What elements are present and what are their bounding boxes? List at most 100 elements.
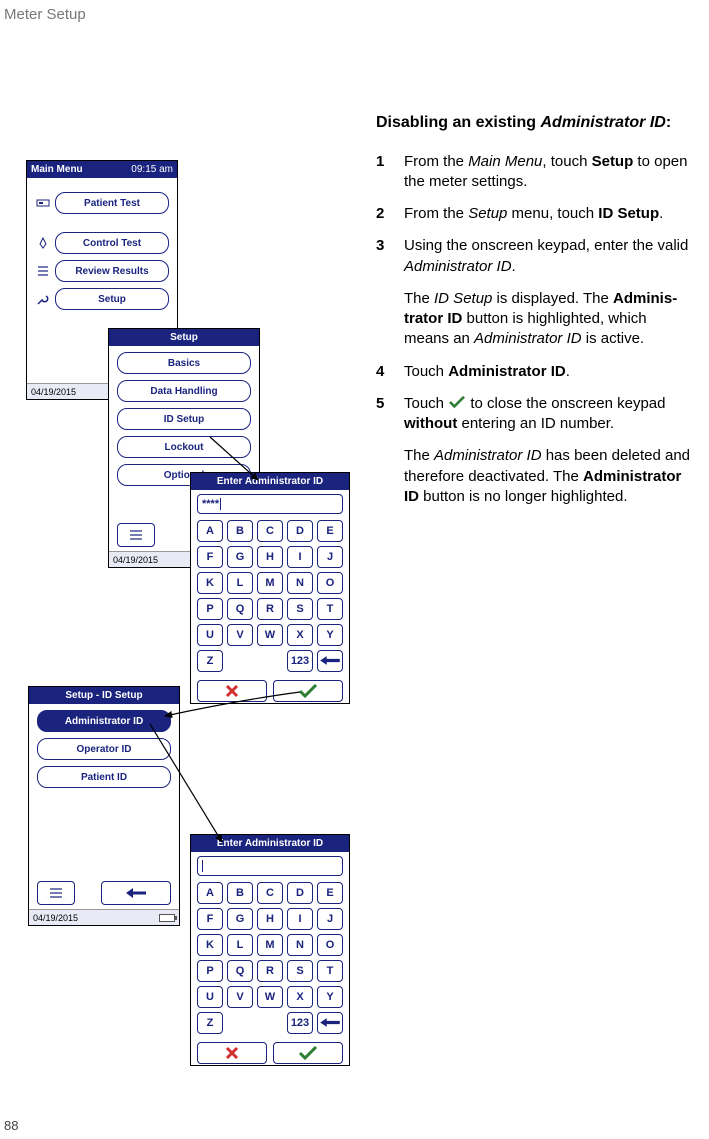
backspace-key[interactable] bbox=[317, 1012, 343, 1034]
control-icon bbox=[35, 235, 51, 251]
key-p[interactable]: P bbox=[197, 960, 223, 982]
numeric-toggle-key[interactable]: 123 bbox=[287, 650, 313, 672]
key-v[interactable]: V bbox=[227, 624, 253, 646]
footerbar-idsetup bbox=[29, 877, 179, 909]
key-x[interactable]: X bbox=[287, 624, 313, 646]
key-i[interactable]: I bbox=[287, 908, 313, 930]
key-n[interactable]: N bbox=[287, 572, 313, 594]
key-z[interactable]: Z bbox=[197, 650, 223, 672]
time-label: 09:15 am bbox=[131, 164, 173, 175]
key-l[interactable]: L bbox=[227, 572, 253, 594]
key-u[interactable]: U bbox=[197, 624, 223, 646]
device-keypad-2: Enter Administrator ID ABCDE FGHIJ KLMNO PQ… bbox=[190, 834, 350, 1066]
key-k[interactable]: K bbox=[197, 572, 223, 594]
key-b[interactable]: B bbox=[227, 520, 253, 542]
lockout-button[interactable]: Lockout bbox=[117, 436, 251, 458]
key-z[interactable]: Z bbox=[197, 1012, 223, 1034]
step-2: 2 From the Setup menu, touch ID Setup. bbox=[376, 204, 690, 224]
control-test-button[interactable]: Control Test bbox=[55, 232, 169, 254]
key-m[interactable]: M bbox=[257, 572, 283, 594]
key-w[interactable]: W bbox=[257, 624, 283, 646]
numeric-toggle-key[interactable]: 123 bbox=[287, 1012, 313, 1034]
key-c[interactable]: C bbox=[257, 882, 283, 904]
key-b[interactable]: B bbox=[227, 882, 253, 904]
date-label: 04/19/2015 bbox=[33, 913, 78, 923]
key-l[interactable]: L bbox=[227, 934, 253, 956]
key-c[interactable]: C bbox=[257, 520, 283, 542]
device-id-setup: Setup - ID Setup Administrator ID Operat… bbox=[28, 686, 180, 926]
title-label: Setup bbox=[170, 332, 198, 343]
key-r[interactable]: R bbox=[257, 598, 283, 620]
backspace-key[interactable] bbox=[317, 650, 343, 672]
key-j[interactable]: J bbox=[317, 546, 343, 568]
key-v[interactable]: V bbox=[227, 986, 253, 1008]
review-results-button[interactable]: Review Results bbox=[55, 260, 169, 282]
key-p[interactable]: P bbox=[197, 598, 223, 620]
key-q[interactable]: Q bbox=[227, 960, 253, 982]
key-e[interactable]: E bbox=[317, 882, 343, 904]
key-e[interactable]: E bbox=[317, 520, 343, 542]
key-i[interactable]: I bbox=[287, 546, 313, 568]
back-button[interactable] bbox=[101, 881, 171, 905]
basics-button[interactable]: Basics bbox=[117, 352, 251, 374]
key-r[interactable]: R bbox=[257, 960, 283, 982]
list-button[interactable] bbox=[117, 523, 155, 547]
key-f[interactable]: F bbox=[197, 546, 223, 568]
key-m[interactable]: M bbox=[257, 934, 283, 956]
key-g[interactable]: G bbox=[227, 546, 253, 568]
confirm-button[interactable] bbox=[273, 680, 343, 702]
titlebar-main: Main Menu 09:15 am bbox=[27, 161, 177, 178]
row-patient-test: Patient Test bbox=[35, 192, 169, 214]
key-x[interactable]: X bbox=[287, 986, 313, 1008]
patient-icon bbox=[35, 195, 51, 211]
titlebar-keypad2: Enter Administrator ID bbox=[191, 835, 349, 852]
key-d[interactable]: D bbox=[287, 882, 313, 904]
key-u[interactable]: U bbox=[197, 986, 223, 1008]
page-number: 88 bbox=[4, 1118, 18, 1133]
key-y[interactable]: Y bbox=[317, 624, 343, 646]
step-3: 3 Using the onscreen keypad, enter the v… bbox=[376, 236, 690, 277]
cancel-button[interactable] bbox=[197, 680, 267, 702]
patient-id-button[interactable]: Patient ID bbox=[37, 766, 171, 788]
key-y[interactable]: Y bbox=[317, 986, 343, 1008]
key-j[interactable]: J bbox=[317, 908, 343, 930]
key-h[interactable]: H bbox=[257, 908, 283, 930]
key-a[interactable]: A bbox=[197, 520, 223, 542]
section-title: Disabling an existing Administrator ID: bbox=[376, 112, 690, 134]
key-h[interactable]: H bbox=[257, 546, 283, 568]
key-n[interactable]: N bbox=[287, 934, 313, 956]
date-label: 04/19/2015 bbox=[31, 387, 76, 397]
patient-test-button[interactable]: Patient Test bbox=[55, 192, 169, 214]
key-q[interactable]: Q bbox=[227, 598, 253, 620]
cancel-button[interactable] bbox=[197, 1042, 267, 1064]
key-w[interactable]: W bbox=[257, 986, 283, 1008]
key-t[interactable]: T bbox=[317, 598, 343, 620]
key-t[interactable]: T bbox=[317, 960, 343, 982]
key-d[interactable]: D bbox=[287, 520, 313, 542]
check-icon bbox=[448, 395, 466, 409]
key-g[interactable]: G bbox=[227, 908, 253, 930]
id-setup-button[interactable]: ID Setup bbox=[117, 408, 251, 430]
review-icon bbox=[35, 263, 51, 279]
page-header: Meter Setup bbox=[4, 6, 86, 23]
key-o[interactable]: O bbox=[317, 572, 343, 594]
key-o[interactable]: O bbox=[317, 934, 343, 956]
key-a[interactable]: A bbox=[197, 882, 223, 904]
cursor-icon bbox=[220, 498, 221, 510]
data-handling-button[interactable]: Data Handling bbox=[117, 380, 251, 402]
key-k[interactable]: K bbox=[197, 934, 223, 956]
list-button[interactable] bbox=[37, 881, 75, 905]
cursor-icon bbox=[202, 860, 203, 872]
row-control-test: Control Test bbox=[35, 232, 169, 254]
statusbar-idsetup: 04/19/2015 bbox=[29, 909, 179, 925]
operator-id-button[interactable]: Operator ID bbox=[37, 738, 171, 760]
battery-icon bbox=[159, 914, 175, 922]
key-s[interactable]: S bbox=[287, 598, 313, 620]
title-label: Enter Administrator ID bbox=[217, 476, 323, 487]
keypad-grid: ABCDE FGHIJ KLMNO PQRST UVWXY Z 123 bbox=[191, 880, 349, 1038]
setup-button[interactable]: Setup bbox=[55, 288, 169, 310]
key-s[interactable]: S bbox=[287, 960, 313, 982]
administrator-id-button[interactable]: Administrator ID bbox=[37, 710, 171, 732]
key-f[interactable]: F bbox=[197, 908, 223, 930]
confirm-button[interactable] bbox=[273, 1042, 343, 1064]
